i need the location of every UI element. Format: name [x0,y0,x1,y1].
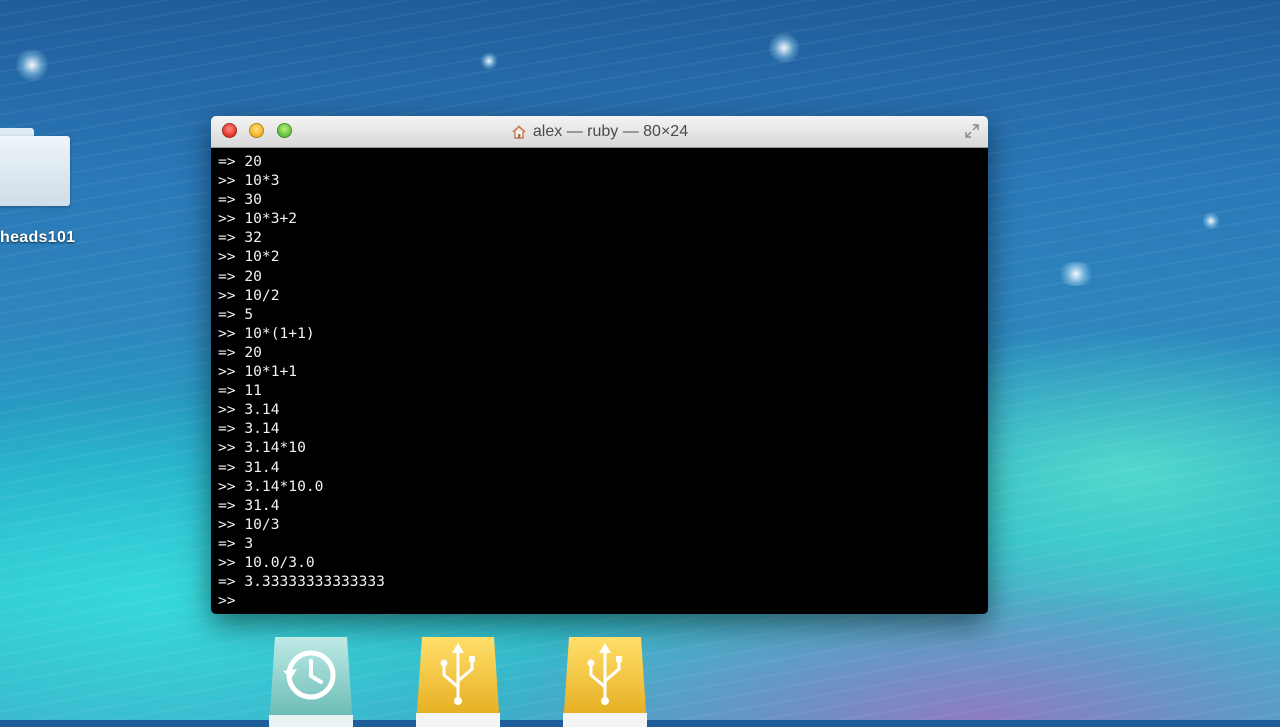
terminal-line: >> 10*1+1 [218,363,298,381]
terminal-line: >> 3.14 [218,401,280,419]
terminal-line: => 31.4 [218,496,280,514]
wallpaper-sparkle [768,32,800,64]
terminal-line: => 5 [218,305,254,323]
fullscreen-icon[interactable] [964,123,980,139]
window-titlebar[interactable]: alex — ruby — 80×24 [211,116,988,148]
desktop-folder-icon[interactable] [0,128,72,208]
terminal-line: >> 3.14*10 [218,439,306,457]
wallpaper-sparkle [15,48,49,82]
window-title: alex — ruby — 80×24 [532,122,689,140]
terminal-line: >> 10/2 [218,286,280,304]
usb-drive-icon[interactable] [563,637,647,727]
terminal-line: >> 10*3+2 [218,210,298,228]
terminal-line: >> 10*(1+1) [218,324,315,342]
terminal-line: => 20 [218,267,262,285]
terminal-line: >> 10.0/3.0 [218,553,315,571]
terminal-line: >> [218,592,245,610]
terminal-line: => 3.14 [218,420,280,438]
usb-drive-icon[interactable] [416,637,500,727]
terminal-line: => 3 [218,534,254,552]
terminal-line: => 11 [218,382,262,400]
wallpaper-sparkle [1202,212,1220,230]
terminal-line: => 20 [218,343,262,361]
terminal-line: >> 10*2 [218,248,280,266]
terminal-line: => 31.4 [218,458,280,476]
desktop-folder-label[interactable]: heads101 [0,229,75,247]
terminal-line: => 32 [218,229,262,247]
wallpaper-sparkle [1056,262,1096,286]
terminal-window[interactable]: alex — ruby — 80×24 => 20 >> 10*3 => 30 >> … [211,116,988,614]
terminal-line: >> 10*3 [218,172,280,190]
terminal-output[interactable]: => 20 >> 10*3 => 30 >> 10*3+2 => 32 >> 10*2 =>… [211,148,988,614]
home-icon [512,124,526,139]
wallpaper-sparkle [480,52,498,70]
terminal-line: => 30 [218,191,262,209]
time-machine-icon[interactable] [269,637,353,727]
terminal-line: => 3.33333333333333 [218,573,385,591]
terminal-line: >> 3.14*10.0 [218,477,324,495]
terminal-line: => 20 [218,153,262,170]
terminal-line: >> 10/3 [218,515,280,533]
